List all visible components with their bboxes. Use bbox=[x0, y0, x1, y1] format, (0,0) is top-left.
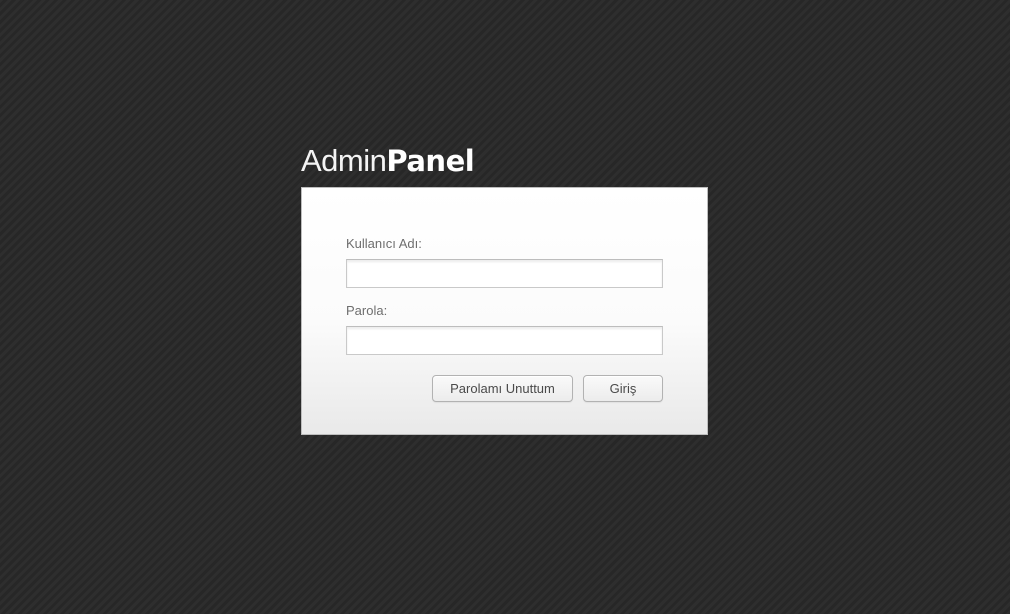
username-input[interactable] bbox=[346, 259, 663, 288]
logo-light-text: Admin bbox=[301, 143, 387, 178]
app-logo: AdminPanel bbox=[301, 142, 475, 180]
username-label: Kullanıcı Adı: bbox=[346, 236, 422, 251]
forgot-password-button[interactable]: Parolamı Unuttum bbox=[432, 375, 573, 402]
login-panel: Kullanıcı Adı: Parola: Parolamı Unuttum … bbox=[301, 187, 708, 435]
logo-bold-text: Panel bbox=[386, 144, 475, 178]
login-button[interactable]: Giriş bbox=[583, 375, 663, 402]
password-input[interactable] bbox=[346, 326, 663, 355]
password-label: Parola: bbox=[346, 303, 388, 318]
